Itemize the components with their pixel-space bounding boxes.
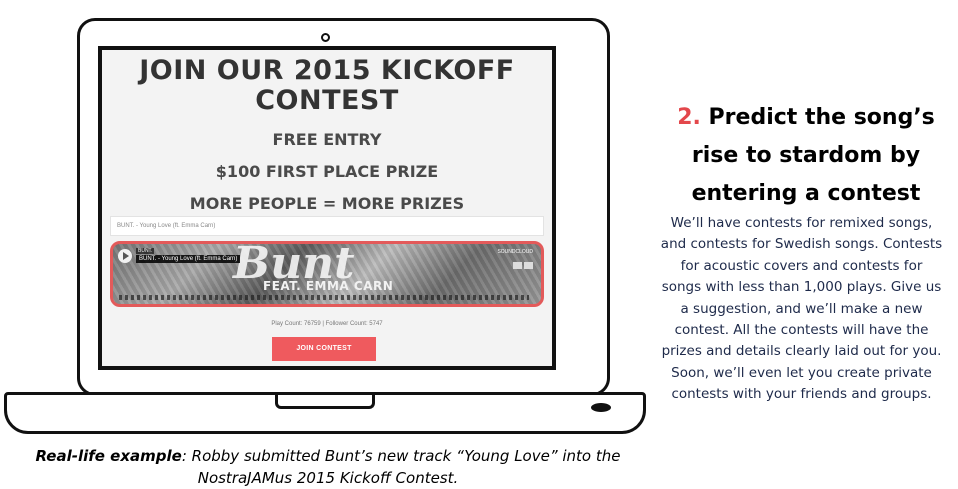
description-line: for acoustic covers and contests for bbox=[680, 257, 923, 274]
heading-line1: Predict the song’s bbox=[708, 105, 935, 130]
like-icon[interactable] bbox=[513, 262, 522, 269]
soundcloud-player[interactable]: Bunt BUNT. BUNT. - Young Love (ft. Emma … bbox=[110, 241, 544, 307]
description-line: We’ll have contests for remixed songs, bbox=[670, 215, 933, 231]
track-title-row[interactable]: BUNT. - Young Love (ft. Emma Carn) bbox=[110, 216, 544, 236]
more-prizes-text: MORE PEOPLE = MORE PRIZES bbox=[189, 194, 465, 213]
description-line: contests with your friends and groups. bbox=[671, 386, 932, 403]
caption-text-line1: : Robby submitted Bunt’s new track “Youn… bbox=[181, 447, 621, 465]
description-line: songs with less than 1,000 plays. Give u… bbox=[661, 279, 942, 296]
soundcloud-label[interactable]: SOUNDCLOUD bbox=[497, 249, 533, 255]
play-icon[interactable] bbox=[118, 249, 132, 263]
join-contest-button[interactable]: JOIN CONTEST bbox=[272, 337, 376, 361]
play-follower-counts: Play Count: 76759 | Follower Count: 5747 bbox=[271, 321, 383, 327]
step-heading: 2. Predict the song’s rise to stardom by… bbox=[656, 99, 956, 213]
power-light-icon bbox=[591, 403, 611, 412]
description-line: a suggestion, and we’ll make a new bbox=[680, 300, 923, 317]
step-number: 2. bbox=[677, 105, 701, 130]
free-entry-text: FREE ENTRY bbox=[272, 130, 382, 149]
caption-text-line2: NostraJAMus 2015 Kickoff Contest. bbox=[197, 469, 459, 487]
heading-line2: rise to stardom by bbox=[691, 143, 921, 168]
player-artist[interactable]: BUNT. bbox=[136, 248, 155, 254]
album-art-feat-text: FEAT. EMMA CARN bbox=[263, 279, 394, 293]
example-caption: Real-life example: Robby submitted Bunt’… bbox=[10, 445, 646, 489]
description-line: Soon, we’ll even let you create private bbox=[671, 364, 932, 381]
laptop-hinge bbox=[275, 395, 375, 409]
player-action-buttons[interactable] bbox=[511, 256, 533, 269]
caption-label: Real-life example bbox=[35, 447, 182, 465]
contest-title: JOIN OUR 2015 KICKOFF CONTEST bbox=[139, 55, 515, 116]
heading-line3: entering a contest bbox=[691, 181, 921, 206]
player-song-title[interactable]: BUNT. - Young Love (ft. Emma Carn) bbox=[136, 255, 241, 263]
laptop-screen: JOIN OUR 2015 KICKOFF CONTEST FREE ENTRY… bbox=[98, 46, 556, 370]
description-line: contest. All the contests will have the bbox=[674, 322, 929, 339]
share-icon[interactable] bbox=[524, 262, 533, 269]
player-waveform[interactable] bbox=[119, 295, 529, 300]
description-line: and contests for Swedish songs. Contests bbox=[660, 236, 943, 253]
step-description: We’ll have contests for remixed songs, a… bbox=[645, 213, 958, 406]
prize-text: $100 FIRST PLACE PRIZE bbox=[215, 162, 439, 181]
description-line: prizes and details clearly laid out for … bbox=[661, 343, 942, 360]
webcam-icon bbox=[321, 33, 330, 42]
